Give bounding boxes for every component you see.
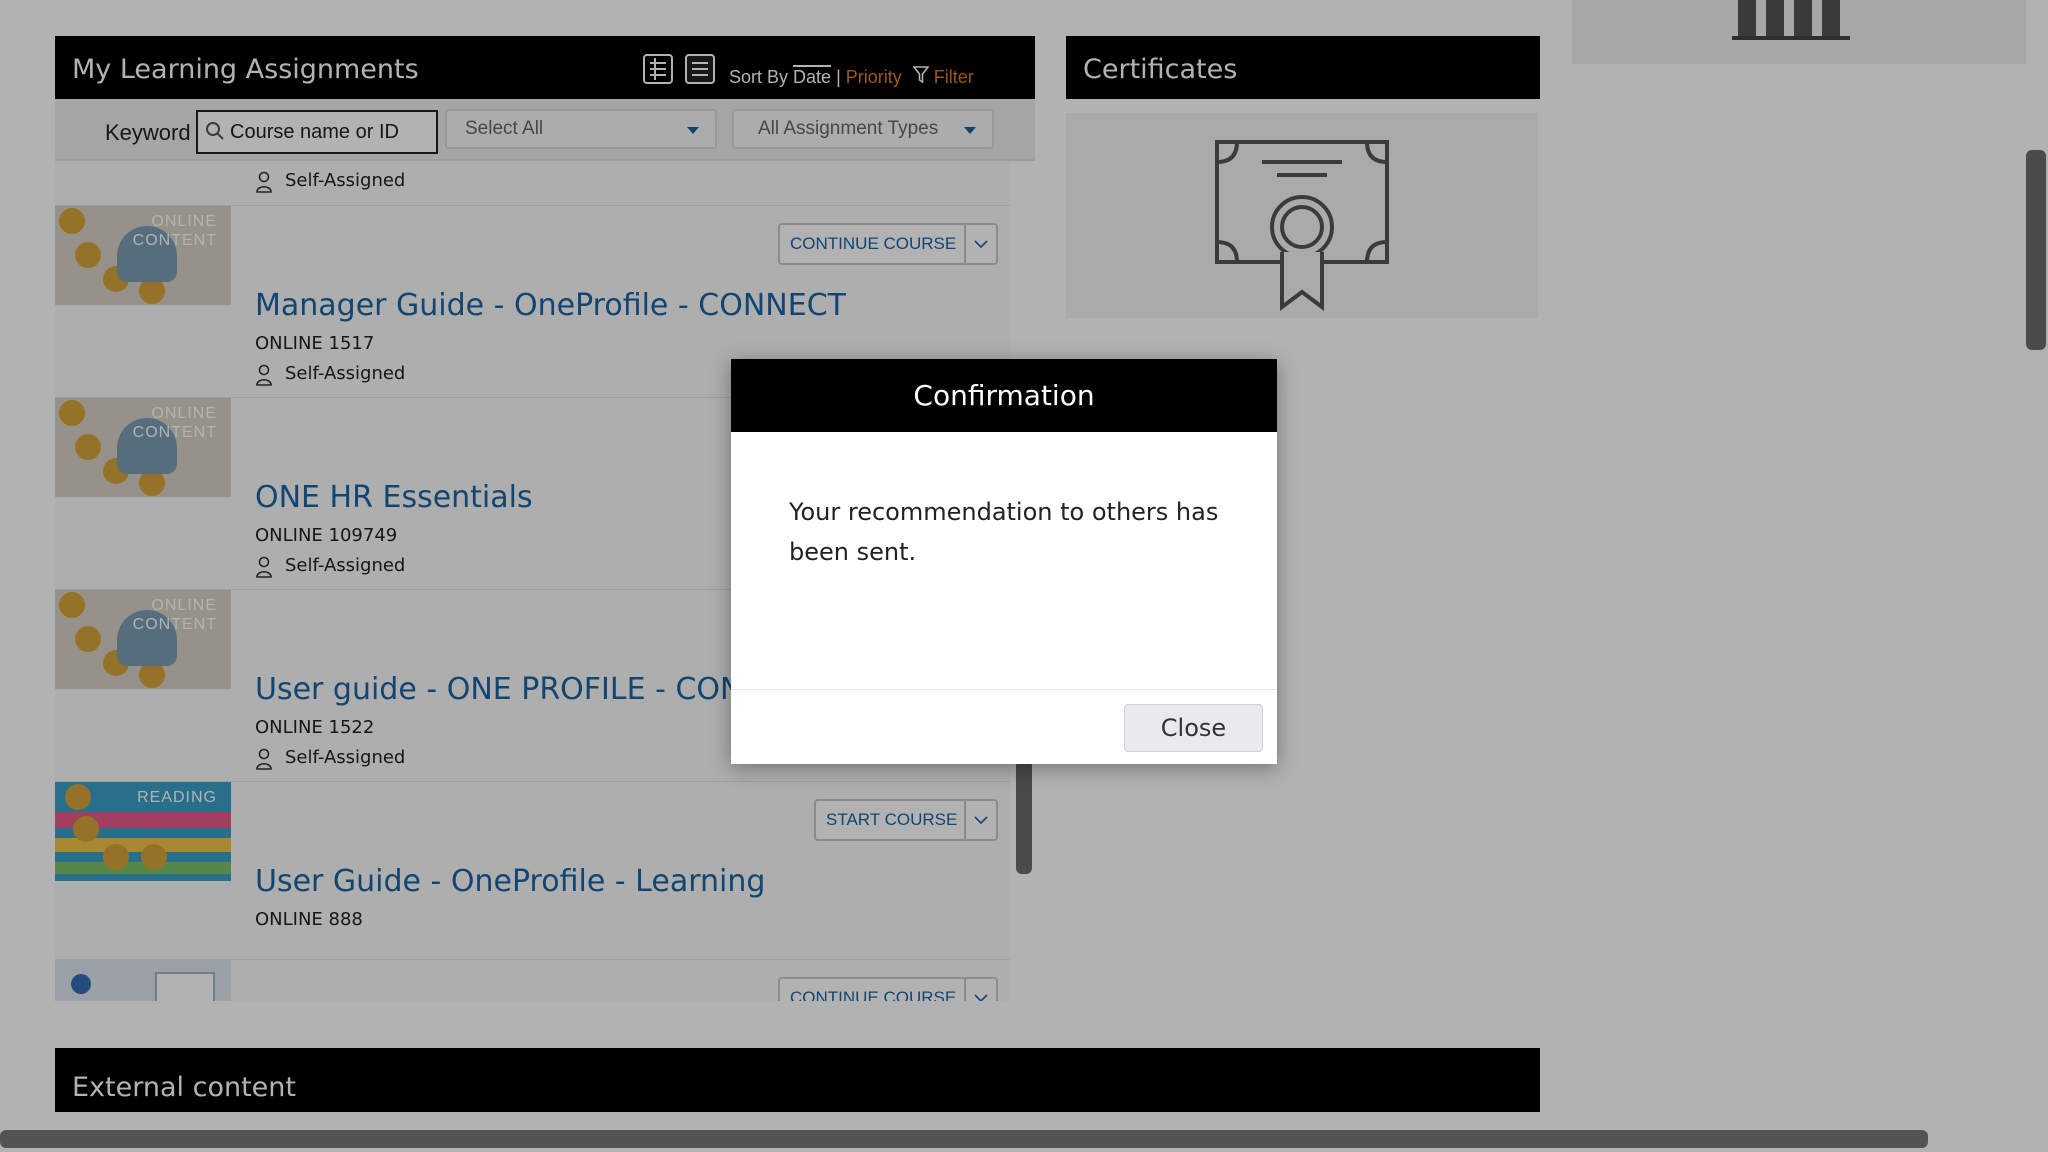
dialog-title: Confirmation	[731, 359, 1277, 432]
close-button[interactable]: Close	[1124, 704, 1263, 752]
confirmation-dialog: Confirmation Your recommendation to othe…	[731, 359, 1277, 764]
dialog-message: Your recommendation to others has been s…	[789, 498, 1219, 566]
